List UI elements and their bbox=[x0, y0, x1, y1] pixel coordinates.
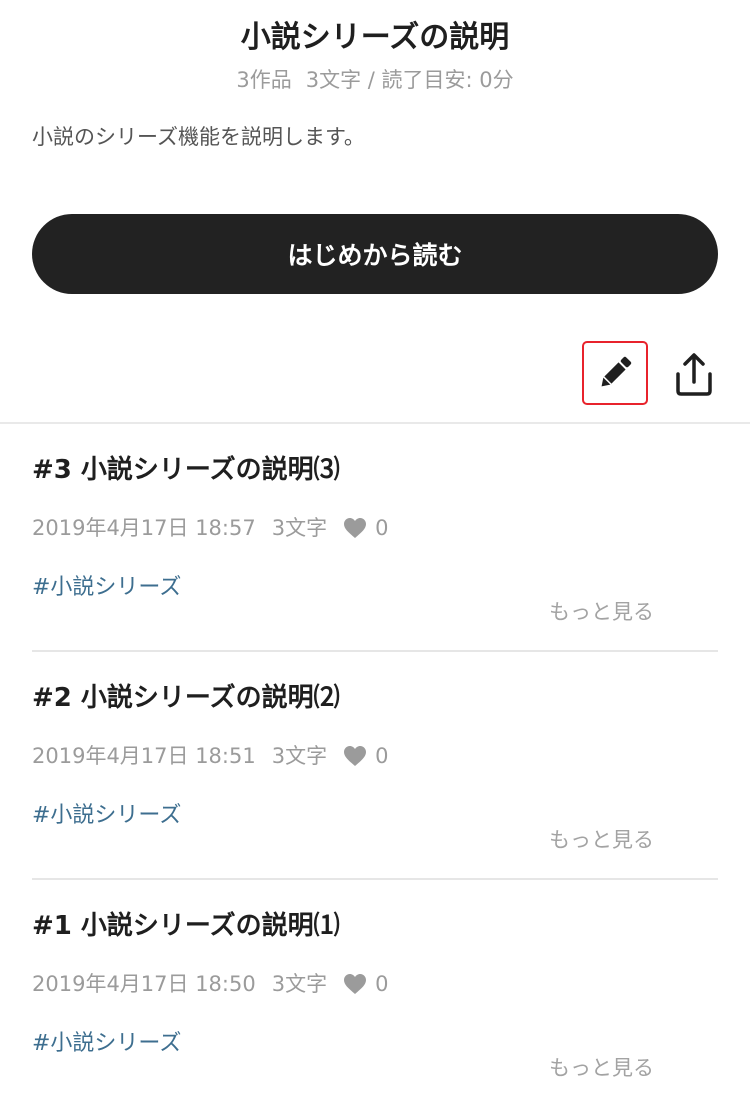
episode-tag-link[interactable]: #小説シリーズ bbox=[32, 800, 181, 832]
episode-char-count: 3文字 bbox=[271, 972, 328, 996]
more-link[interactable]: もっと見る bbox=[549, 1052, 654, 1084]
episode-like-count: 0 bbox=[375, 972, 389, 996]
series-description: 小説のシリーズ機能を説明します。 bbox=[32, 125, 365, 149]
episode-date: 2019年4月17日 18:50 bbox=[32, 972, 256, 996]
series-works-count: 3作品 bbox=[236, 68, 292, 92]
heart-icon bbox=[343, 517, 367, 539]
episode-meta: 2019年4月17日 18:57 3文字 0 bbox=[32, 512, 388, 544]
share-icon bbox=[676, 353, 712, 396]
heart-icon bbox=[343, 745, 367, 767]
series-meta: 3作品 3文字 / 読了目安: 0分 bbox=[0, 64, 750, 96]
share-button[interactable] bbox=[668, 346, 720, 402]
episode-item[interactable]: #2 小説シリーズの説明⑵ 2019年4月17日 18:51 3文字 0 #小説… bbox=[32, 652, 718, 880]
episode-like-count: 0 bbox=[375, 744, 389, 768]
episode-title[interactable]: #2 小説シリーズの説明⑵ bbox=[32, 680, 340, 716]
pencil-icon bbox=[601, 356, 632, 387]
edit-button[interactable] bbox=[582, 341, 648, 405]
episode-date: 2019年4月17日 18:51 bbox=[32, 744, 256, 768]
episode-meta: 2019年4月17日 18:50 3文字 0 bbox=[32, 968, 388, 1000]
episode-item[interactable]: #3 小説シリーズの説明⑶ 2019年4月17日 18:57 3文字 0 #小説… bbox=[32, 424, 718, 652]
episode-item[interactable]: #1 小説シリーズの説明⑴ 2019年4月17日 18:50 3文字 0 #小説… bbox=[32, 880, 718, 1108]
episode-tag-link[interactable]: #小説シリーズ bbox=[32, 1028, 181, 1060]
episode-title[interactable]: #3 小説シリーズの説明⑶ bbox=[32, 452, 340, 488]
episode-title[interactable]: #1 小説シリーズの説明⑴ bbox=[32, 908, 340, 944]
heart-icon bbox=[343, 973, 367, 995]
more-link[interactable]: もっと見る bbox=[549, 824, 654, 856]
read-from-start-button[interactable]: はじめから読む bbox=[32, 214, 718, 294]
episode-date: 2019年4月17日 18:57 bbox=[32, 516, 256, 540]
series-stats: 3文字 / 読了目安: 0分 bbox=[305, 68, 514, 92]
episode-tag-link[interactable]: #小説シリーズ bbox=[32, 572, 181, 604]
episode-char-count: 3文字 bbox=[271, 516, 328, 540]
episode-meta: 2019年4月17日 18:51 3文字 0 bbox=[32, 740, 388, 772]
episode-like-count: 0 bbox=[375, 516, 389, 540]
episode-char-count: 3文字 bbox=[271, 744, 328, 768]
more-link[interactable]: もっと見る bbox=[549, 596, 654, 628]
series-title: 小説シリーズの説明 bbox=[240, 20, 510, 55]
